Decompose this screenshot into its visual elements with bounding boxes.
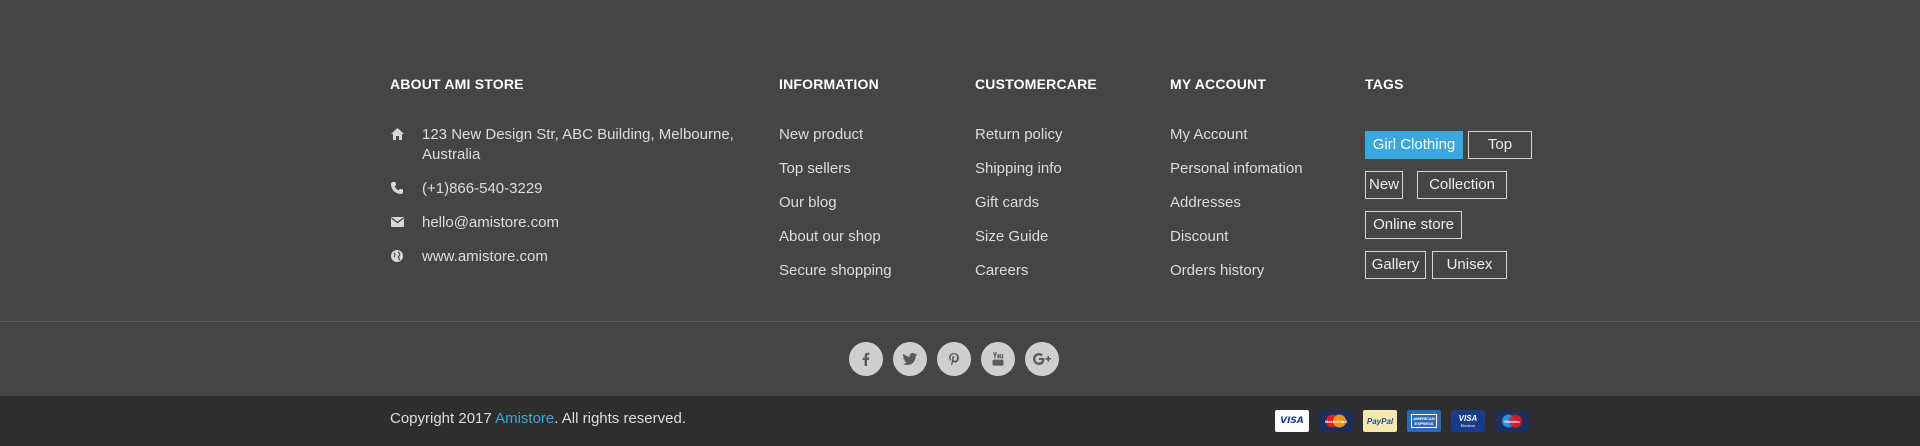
google-plus-icon[interactable] (1025, 342, 1059, 376)
link-discount[interactable]: Discount (1170, 226, 1303, 260)
email-address[interactable]: hello@amistore.com (422, 213, 752, 233)
link-careers[interactable]: Careers (975, 260, 1063, 294)
copyright-prefix: Copyright 2017 (390, 410, 496, 427)
social-bar (0, 322, 1920, 396)
tag-unisex[interactable]: Unisex (1432, 251, 1507, 279)
customercare-title: CUSTOMERCARE (975, 76, 1097, 92)
tags-title: TAGS (1365, 76, 1404, 92)
tag-online-store[interactable]: Online store (1365, 211, 1462, 239)
visa-electron-icon: VISA Electron (1451, 410, 1485, 432)
copyright-text: Copyright 2017 Amistore. All rights rese… (390, 410, 686, 427)
paypal-label: PayPal (1366, 416, 1394, 426)
twitter-icon[interactable] (893, 342, 927, 376)
link-new-product[interactable]: New product (779, 124, 892, 158)
american-express-icon: AMERICAN EXPRESS (1407, 410, 1441, 432)
visa-icon: VISA (1275, 410, 1309, 432)
paypal-icon: PayPal (1363, 410, 1397, 432)
address-line-1: 123 New Design Str, ABC Building, Melbou… (422, 126, 734, 143)
information-title: INFORMATION (779, 76, 879, 92)
link-size-guide[interactable]: Size Guide (975, 226, 1063, 260)
visa-electron-brand: VISA (1458, 414, 1478, 423)
amex-label: AMERICAN EXPRESS (1411, 414, 1437, 428)
tag-top[interactable]: Top (1468, 131, 1532, 159)
maestro-icon: Maestro (1495, 410, 1529, 432)
information-links: New product Top sellers Our blog About o… (779, 124, 892, 294)
tag-collection[interactable]: Collection (1417, 171, 1507, 199)
address-line-2: Australia (422, 146, 481, 163)
bottom-bar: Copyright 2017 Amistore. All rights rese… (0, 396, 1920, 446)
home-icon (390, 127, 404, 141)
phone-icon (390, 181, 404, 195)
my-account-links: My Account Personal infomation Addresses… (1170, 124, 1303, 294)
youtube-icon[interactable] (981, 342, 1015, 376)
mastercard-label: MasterCard (1324, 418, 1347, 424)
globe-icon (390, 249, 404, 263)
visa-label: VISA (1280, 416, 1304, 426)
link-top-sellers[interactable]: Top sellers (779, 158, 892, 192)
copyright-suffix: . All rights reserved. (554, 410, 686, 427)
envelope-icon (390, 215, 404, 229)
footer-main: ABOUT AMI STORE 123 New Design Str, ABC … (0, 0, 1920, 321)
mastercard-icon: MasterCard (1319, 410, 1353, 432)
link-personal-information[interactable]: Personal infomation (1170, 158, 1303, 192)
link-about-our-shop[interactable]: About our shop (779, 226, 892, 260)
customercare-links: Return policy Shipping info Gift cards S… (975, 124, 1063, 294)
link-shipping-info[interactable]: Shipping info (975, 158, 1063, 192)
tag-gallery[interactable]: Gallery (1365, 251, 1426, 279)
link-orders-history[interactable]: Orders history (1170, 260, 1303, 294)
about-title: ABOUT AMI STORE (390, 76, 524, 92)
link-gift-cards[interactable]: Gift cards (975, 192, 1063, 226)
tag-girl-clothing[interactable]: Girl Clothing (1365, 131, 1463, 159)
facebook-icon[interactable] (849, 342, 883, 376)
link-my-account[interactable]: My Account (1170, 124, 1303, 158)
my-account-title: MY ACCOUNT (1170, 76, 1267, 92)
tag-new[interactable]: New (1365, 171, 1403, 199)
phone-number: (+1)866-540-3229 (422, 180, 543, 197)
link-return-policy[interactable]: Return policy (975, 124, 1063, 158)
brand-link[interactable]: Amistore (495, 410, 554, 427)
visa-electron-sub: Electron (1460, 423, 1476, 428)
website-link[interactable]: www.amistore.com (422, 247, 752, 267)
link-addresses[interactable]: Addresses (1170, 192, 1303, 226)
maestro-label: Maestro (1504, 418, 1520, 424)
pinterest-icon[interactable] (937, 342, 971, 376)
link-secure-shopping[interactable]: Secure shopping (779, 260, 892, 294)
link-our-blog[interactable]: Our blog (779, 192, 892, 226)
